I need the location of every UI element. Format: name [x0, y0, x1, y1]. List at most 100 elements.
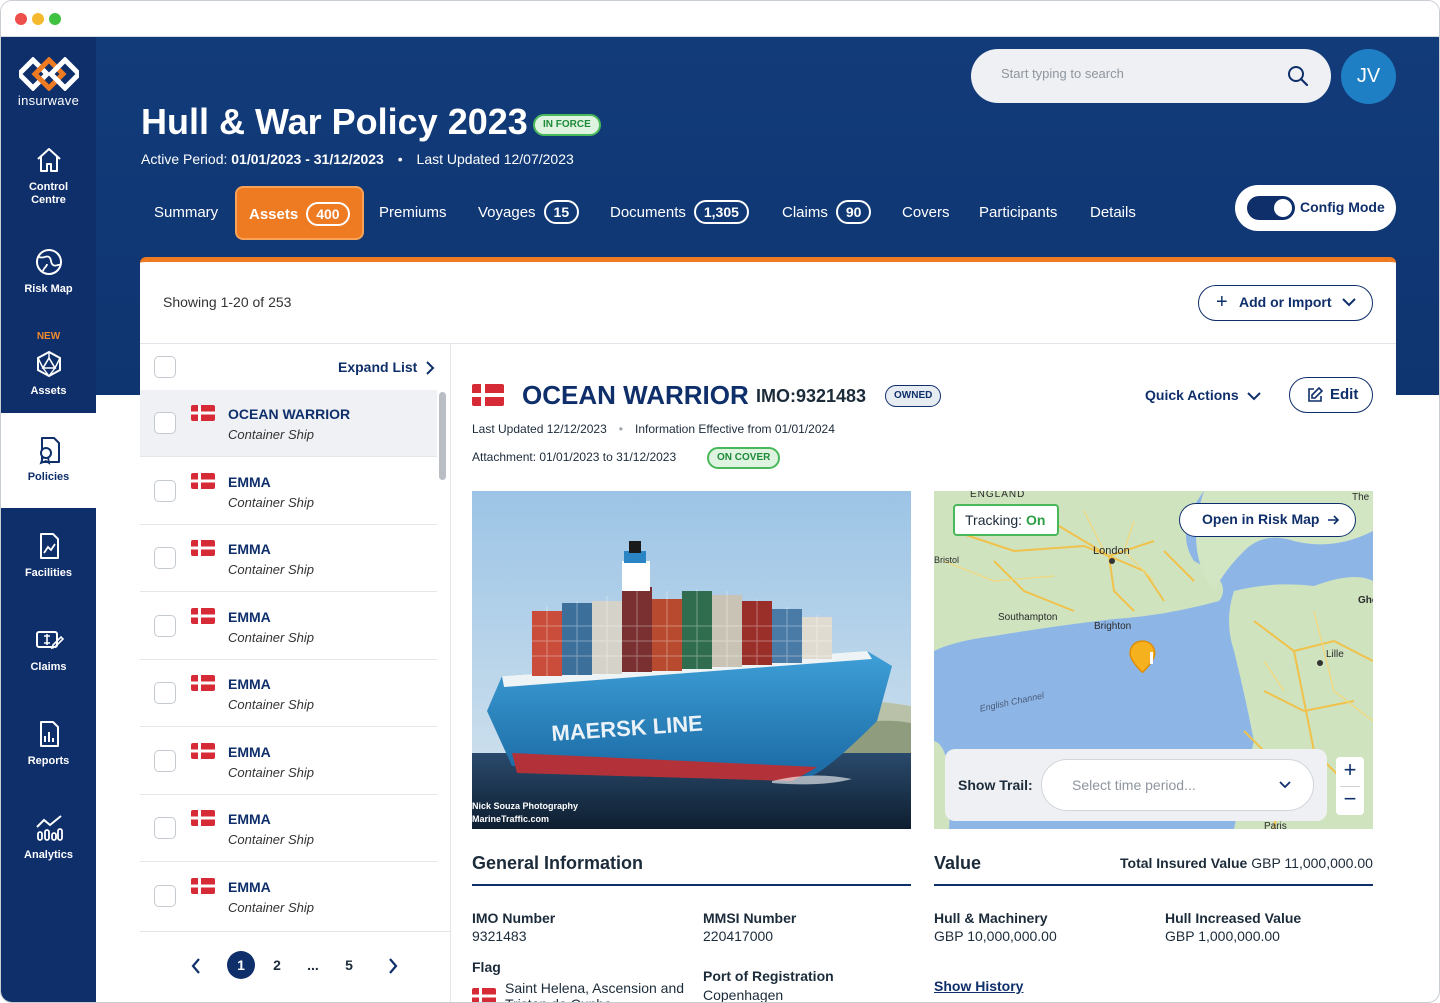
reports-icon [39, 721, 59, 747]
asset-type: Container Ship [228, 630, 314, 645]
hull-machinery-label: Hull & Machinery [934, 910, 1048, 926]
port-of-registration-label: Port of Registration [703, 968, 834, 984]
section-divider [934, 884, 1373, 886]
map-label-england: ENGLAND [970, 491, 1026, 500]
sidebar-item-label: Reports [27, 755, 70, 767]
sidebar-item-risk-map[interactable]: Risk Map [1, 247, 96, 342]
page-ellipsis: ... [307, 957, 319, 973]
toggle-switch[interactable] [1247, 196, 1295, 220]
list-item[interactable]: EMMA Container Ship [140, 593, 437, 660]
tab-count: 15 [543, 200, 580, 225]
tab-covers[interactable]: Covers [902, 186, 950, 240]
search-input[interactable] [1001, 66, 1281, 81]
tab-label: Covers [902, 204, 950, 221]
sidebar-item-claims[interactable]: Claims [1, 625, 96, 720]
trail-period-select[interactable]: Select time period... [1041, 759, 1314, 811]
minimize-window-button[interactable] [32, 13, 44, 25]
chevron-right-icon[interactable] [388, 958, 398, 974]
tab-label: Details [1090, 204, 1136, 221]
config-mode-toggle[interactable]: Config Mode [1235, 185, 1396, 231]
list-item[interactable]: EMMA Container Ship [140, 728, 437, 795]
chevron-down-icon [1279, 781, 1291, 789]
show-trail-label: Show Trail: [958, 777, 1033, 793]
expand-list-link[interactable]: Expand List [338, 359, 417, 375]
denmark-flag-icon [191, 473, 215, 489]
sidebar-item-control-centre[interactable]: Control Centre [1, 145, 96, 240]
edit-button[interactable]: Edit [1289, 377, 1373, 413]
tab-voyages[interactable]: Voyages 15 [478, 186, 580, 240]
sidebar-item-label: Analytics [24, 849, 73, 861]
asset-type: Container Ship [228, 427, 314, 442]
map-label-southampton: Southampton [998, 612, 1058, 623]
row-checkbox[interactable] [154, 817, 176, 839]
row-checkbox[interactable] [154, 682, 176, 704]
quick-actions-button[interactable]: Quick Actions [1145, 387, 1239, 403]
asset-type: Container Ship [228, 765, 314, 780]
avatar[interactable]: JV [1341, 49, 1396, 104]
denmark-flag-icon [191, 878, 215, 894]
list-item[interactable]: OCEAN WARRIOR Container Ship [140, 390, 437, 457]
open-in-risk-map-button[interactable]: Open in Risk Map [1179, 503, 1356, 537]
maximize-window-button[interactable] [49, 13, 61, 25]
tab-assets[interactable]: Assets 400 [235, 186, 364, 240]
page-5-button[interactable]: 5 [335, 951, 363, 979]
asset-type: Container Ship [228, 562, 314, 577]
row-checkbox[interactable] [154, 750, 176, 772]
config-mode-label: Config Mode [1300, 199, 1385, 215]
sidebar-item-label: Control Centre [28, 181, 69, 206]
sidebar-item-analytics[interactable]: Analytics [1, 813, 96, 908]
tab-claims[interactable]: Claims 90 [782, 186, 872, 240]
select-all-checkbox[interactable] [154, 356, 176, 378]
row-checkbox[interactable] [154, 547, 176, 569]
asset-type: Container Ship [228, 697, 314, 712]
bullet-separator: • [618, 422, 623, 436]
search-icon[interactable] [1287, 65, 1309, 87]
map-label-paris: Paris [1264, 821, 1287, 829]
tab-details[interactable]: Details [1090, 186, 1136, 240]
brand-logo[interactable]: insurwave [1, 57, 96, 108]
sidebar-item-facilities[interactable]: Facilities [1, 531, 96, 626]
row-checkbox[interactable] [154, 480, 176, 502]
home-icon [36, 148, 61, 172]
tab-summary[interactable]: Summary [154, 186, 218, 240]
arrow-right-icon [1328, 515, 1340, 525]
edit-icon [1308, 387, 1323, 402]
list-item[interactable]: EMMA Container Ship [140, 458, 437, 525]
show-history-link[interactable]: Show History [934, 978, 1023, 994]
tab-documents[interactable]: Documents 1,305 [610, 186, 749, 240]
map-label-lille: Lille [1326, 649, 1344, 660]
page-1-button[interactable]: 1 [227, 951, 255, 979]
sidebar-item-label: Claims [30, 661, 67, 673]
sidebar-item-reports[interactable]: Reports [1, 719, 96, 814]
globe-icon [35, 249, 62, 275]
vessel-photo: MAERSK LINE Nick Souza Photography Marin… [472, 491, 911, 829]
zoom-out-button[interactable]: − [1336, 786, 1364, 814]
denmark-flag-icon [472, 384, 504, 406]
row-checkbox[interactable] [154, 615, 176, 637]
chevron-right-icon[interactable] [425, 361, 435, 375]
denmark-flag-icon [191, 743, 215, 759]
tab-label: Assets [249, 206, 299, 223]
global-search[interactable] [971, 49, 1331, 103]
attachment-period: Attachment: 01/01/2023 to 31/12/2023 [472, 450, 677, 464]
list-scrollbar[interactable] [439, 392, 446, 480]
chevron-left-icon[interactable] [191, 958, 201, 974]
list-item[interactable]: EMMA Container Ship [140, 795, 437, 862]
row-checkbox[interactable] [154, 885, 176, 907]
asset-name: OCEAN WARRIOR [228, 406, 351, 422]
zoom-in-button[interactable]: + [1336, 757, 1364, 785]
row-checkbox[interactable] [154, 412, 176, 434]
tracking-label: Tracking: [965, 512, 1023, 528]
list-item[interactable]: EMMA Container Ship [140, 660, 437, 727]
results-count: Showing 1-20 of 253 [163, 294, 292, 310]
add-or-import-button[interactable]: + Add or Import [1198, 285, 1373, 321]
close-window-button[interactable] [15, 13, 27, 25]
sidebar-item-policies[interactable]: Policies [1, 413, 96, 508]
page-2-button[interactable]: 2 [263, 951, 291, 979]
tab-premiums[interactable]: Premiums [379, 186, 447, 240]
hull-increased-label: Hull Increased Value [1165, 910, 1302, 926]
tab-participants[interactable]: Participants [979, 186, 1057, 240]
chevron-down-icon[interactable] [1247, 391, 1261, 401]
list-item[interactable]: EMMA Container Ship [140, 863, 437, 930]
list-item[interactable]: EMMA Container Ship [140, 525, 437, 592]
